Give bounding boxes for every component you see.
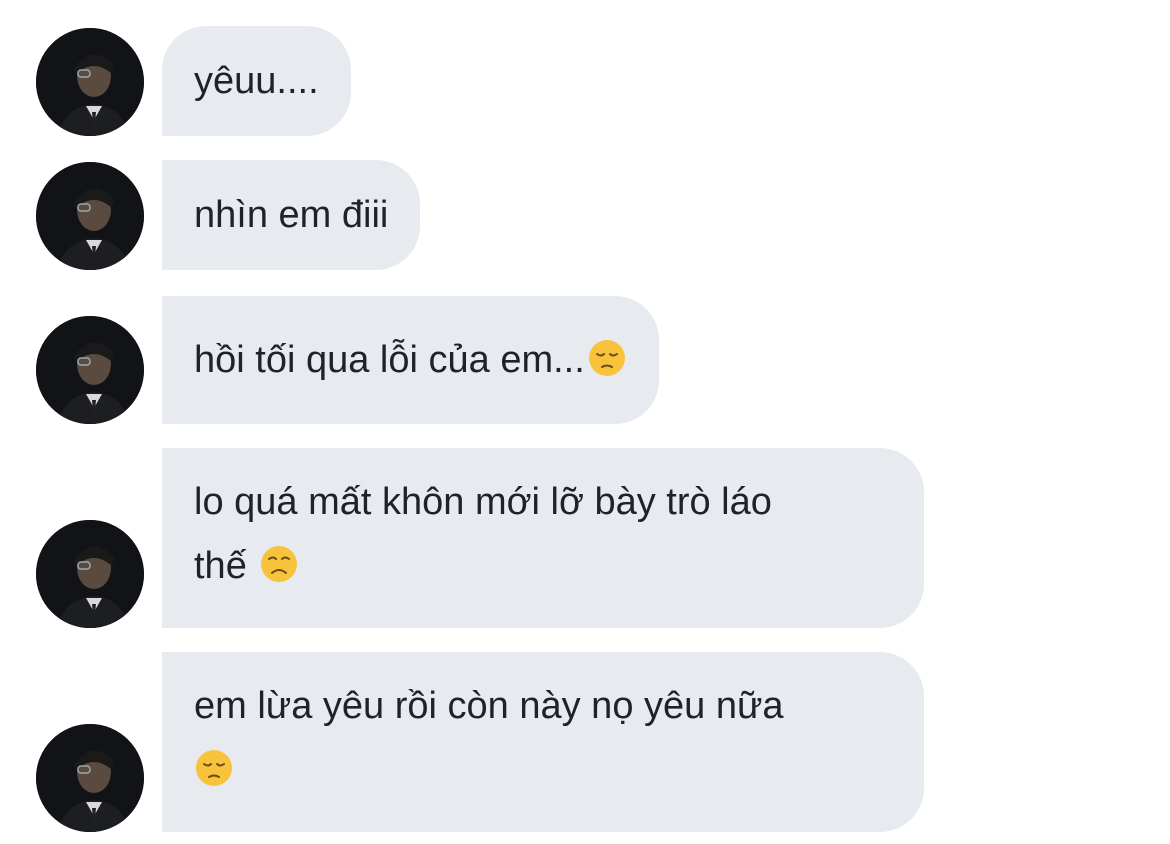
message-text: yêuu.... — [194, 60, 319, 102]
pensive-face-icon — [194, 748, 234, 788]
message-text: nhìn em điii — [194, 194, 389, 236]
message-bubble[interactable]: nhìn em điii — [162, 160, 421, 270]
message-text-line: em lừa yêu rồi còn này nọ yêu nữa — [194, 685, 784, 727]
avatar[interactable] — [36, 162, 144, 270]
message-bubble[interactable]: yêuu.... — [162, 26, 351, 136]
message-text-line: lo quá mất khôn mới lỡ bày trò láo — [194, 481, 772, 523]
message-text: hồi tối qua lỗi của em... — [194, 339, 585, 381]
message-bubble[interactable]: em lừa yêu rồi còn này nọ yêu nữa — [162, 652, 924, 832]
message-text: thế — [194, 545, 247, 587]
pensive-face-icon — [587, 338, 627, 378]
disappointed-face-icon — [259, 544, 299, 584]
avatar[interactable] — [36, 724, 144, 832]
message-text-line — [194, 738, 892, 802]
message-bubble[interactable]: hồi tối qua lỗi của em... — [162, 296, 659, 424]
message-text-line: thế — [194, 534, 892, 598]
avatar[interactable] — [36, 316, 144, 424]
message-bubble[interactable]: lo quá mất khôn mới lỡ bày trò láo thế — [162, 448, 924, 628]
avatar[interactable] — [36, 28, 144, 136]
message-thread: yêuu.... nhìn em điii hồi tối qua lỗi củ… — [0, 0, 1170, 844]
avatar[interactable] — [36, 520, 144, 628]
